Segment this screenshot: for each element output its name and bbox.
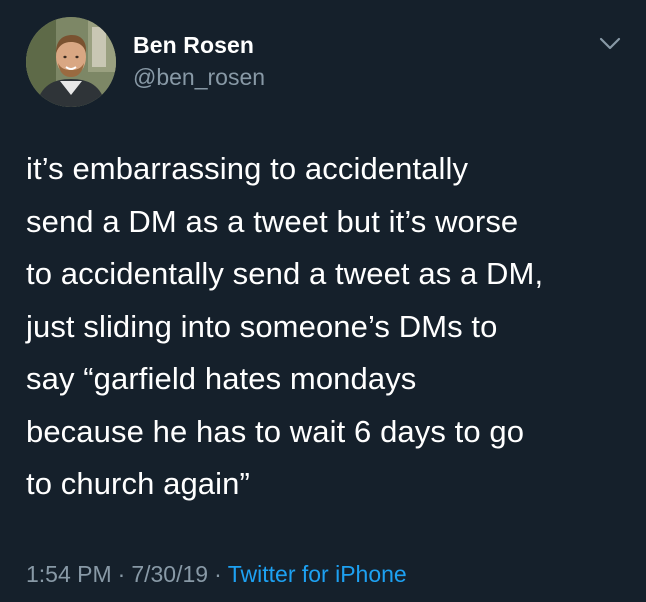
- tweet-card: Ben Rosen @ben_rosen it’s embarrassing t…: [0, 0, 646, 602]
- tweet-metadata: 1:54 PM · 7/30/19 · Twitter for iPhone: [26, 561, 407, 588]
- avatar[interactable]: [26, 17, 116, 107]
- chevron-down-icon[interactable]: [598, 36, 622, 52]
- tweet-text: it’s embarrassing to accidentally send a…: [26, 151, 544, 501]
- display-name[interactable]: Ben Rosen: [133, 32, 254, 59]
- tweet-time[interactable]: 1:54 PM: [26, 561, 112, 587]
- meta-separator: ·: [214, 561, 222, 587]
- tweet-date[interactable]: 7/30/19: [131, 561, 208, 587]
- avatar-photo: [26, 17, 116, 107]
- user-handle[interactable]: @ben_rosen: [133, 64, 265, 91]
- tweet-source-link[interactable]: Twitter for iPhone: [228, 561, 407, 587]
- meta-separator: ·: [117, 561, 126, 587]
